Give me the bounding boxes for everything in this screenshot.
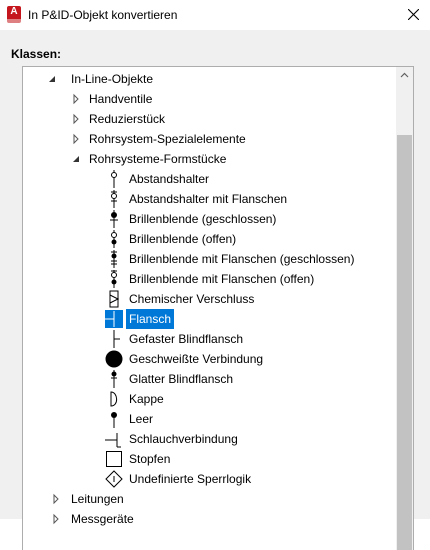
tree-item-label: Chemischer Verschluss bbox=[129, 292, 255, 306]
collapsed-arrow-icon[interactable] bbox=[51, 489, 61, 509]
tree-node-label: Messgeräte bbox=[71, 512, 134, 526]
interlock-diamond-icon bbox=[105, 470, 123, 488]
tree-item-label: Abstandshalter mit Flanschen bbox=[129, 192, 288, 206]
welded-joint-icon bbox=[105, 350, 123, 368]
autocad-app-icon: A bbox=[7, 6, 21, 23]
close-button[interactable] bbox=[398, 0, 430, 30]
tree-item-label: Flansch bbox=[126, 309, 175, 329]
classes-label: Klassen: bbox=[11, 47, 62, 61]
chevron-up-icon bbox=[400, 72, 409, 78]
tree-item-label: Geschweißte Verbindung bbox=[129, 352, 264, 366]
expanded-arrow-icon[interactable] bbox=[47, 69, 57, 89]
hose-connection-icon bbox=[105, 433, 121, 448]
flange-symbol-icon bbox=[105, 310, 123, 328]
spectacle-blind-flanged-open-icon bbox=[111, 270, 117, 288]
tree-node-label: Handventile bbox=[89, 92, 153, 106]
tree-item-label: Glatter Blindflansch bbox=[129, 372, 234, 386]
tree-item-label: Brillenblende (offen) bbox=[129, 232, 237, 246]
tree-node-label: Rohrsystem-Spezialelemente bbox=[89, 132, 246, 146]
spacer-flanged-symbol-icon bbox=[111, 190, 117, 208]
spectacle-blind-flanged-closed-icon bbox=[111, 250, 117, 268]
tree-item-label: Abstandshalter bbox=[129, 172, 210, 186]
plug-symbol-icon bbox=[106, 451, 122, 467]
flat-blind-flange-icon bbox=[111, 370, 117, 388]
chemical-seal-icon bbox=[109, 290, 120, 308]
tree-item-label: Gefaster Blindflansch bbox=[129, 332, 244, 346]
spacer-symbol-icon bbox=[111, 170, 117, 188]
tree-node-label: In-Line-Objekte bbox=[71, 72, 154, 86]
empty-symbol-icon bbox=[111, 412, 117, 428]
chamfered-blind-flange-icon bbox=[113, 330, 120, 348]
tree-item-label: Leer bbox=[129, 412, 154, 426]
tree-item-label: Brillenblende (geschlossen) bbox=[129, 212, 277, 226]
tree-node-label: Reduzierstück bbox=[89, 112, 166, 126]
spectacle-blind-closed-icon bbox=[110, 210, 118, 228]
tree-item-label: Brillenblende mit Flanschen (offen) bbox=[129, 272, 315, 286]
tree-item-label: Schlauchverbindung bbox=[129, 432, 238, 446]
tree-item-label: Stopfen bbox=[129, 452, 171, 466]
tree-item-label: Undefinierte Sperrlogik bbox=[129, 472, 252, 486]
collapsed-arrow-icon[interactable] bbox=[71, 109, 81, 129]
expanded-arrow-icon[interactable] bbox=[71, 149, 81, 169]
scroll-thumb[interactable] bbox=[397, 135, 412, 550]
collapsed-arrow-icon[interactable] bbox=[51, 509, 61, 529]
collapsed-arrow-icon[interactable] bbox=[71, 89, 81, 109]
tree-node-label: Rohrsysteme-Formstücke bbox=[89, 152, 227, 166]
cap-symbol-icon bbox=[110, 391, 118, 407]
title-bar: A In P&ID-Objekt konvertieren bbox=[0, 0, 430, 30]
tree-node-label: Leitungen bbox=[71, 492, 124, 506]
collapsed-arrow-icon[interactable] bbox=[71, 129, 81, 149]
tree-item-label: Kappe bbox=[129, 392, 164, 406]
scroll-up-button[interactable] bbox=[396, 67, 413, 84]
spectacle-blind-open-icon bbox=[111, 230, 117, 248]
classes-tree[interactable]: In-Line-Objekte Handventile Reduzierstüc… bbox=[22, 66, 414, 550]
tree-item-label: Brillenblende mit Flanschen (geschlossen… bbox=[129, 252, 355, 266]
vertical-scrollbar[interactable] bbox=[396, 67, 413, 550]
dialog-body: Klassen: In-Line-Objekte Handventile Red… bbox=[0, 30, 430, 550]
window-title: In P&ID-Objekt konvertieren bbox=[28, 8, 178, 22]
close-icon bbox=[408, 9, 419, 20]
